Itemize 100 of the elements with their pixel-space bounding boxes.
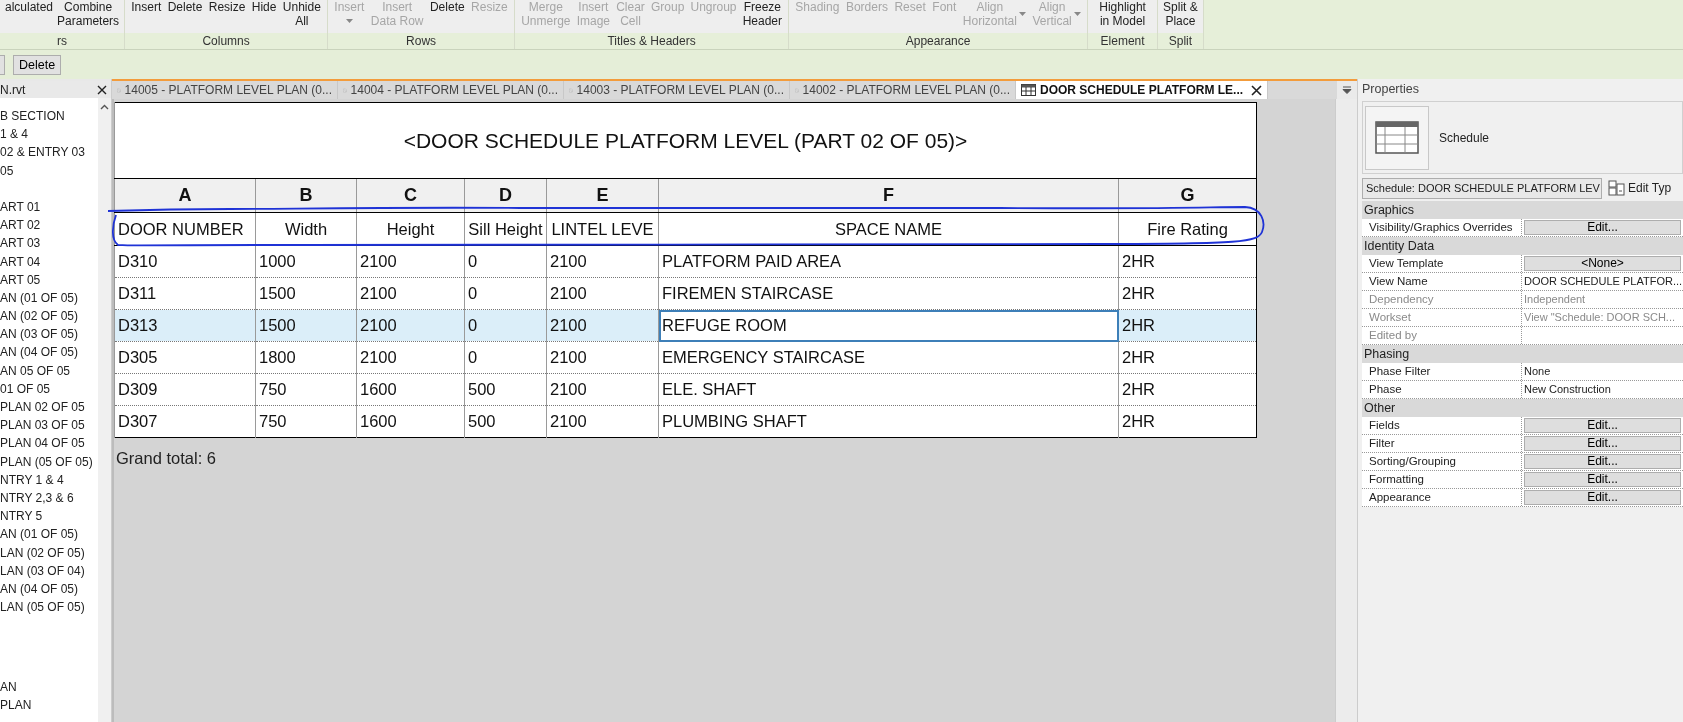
ribbon-button[interactable]: alculated — [3, 0, 56, 14]
table-cell[interactable]: 500 — [464, 405, 547, 438]
column-header[interactable]: SPACE NAME — [658, 212, 1119, 246]
ribbon-button[interactable]: Hide — [249, 0, 279, 14]
scroll-up-icon[interactable] — [100, 104, 109, 110]
table-cell[interactable]: 2HR — [1118, 309, 1257, 342]
ribbon-button[interactable]: Unhide All — [280, 0, 323, 28]
table-cell[interactable]: 2100 — [546, 245, 659, 278]
edit-button[interactable]: Edit... — [1524, 490, 1681, 505]
property-value[interactable]: None — [1522, 363, 1683, 380]
table-cell[interactable]: 0 — [464, 245, 547, 278]
tree-item[interactable]: AN (04 OF 05) — [0, 579, 98, 599]
view-tab[interactable]: DOOR SCHEDULE PLATFORM LE... — [1016, 81, 1269, 99]
edit-button[interactable]: Edit... — [1524, 472, 1681, 487]
column-header[interactable]: DOOR NUMBER — [114, 212, 256, 246]
tree-item[interactable]: ART 03 — [0, 234, 98, 253]
edit-button[interactable]: Edit... — [1524, 220, 1681, 235]
tree-item[interactable]: PLAN — [0, 696, 98, 715]
section-header[interactable]: Graphics — [1362, 201, 1683, 219]
table-cell[interactable]: 2100 — [546, 373, 659, 406]
ribbon-button[interactable]: Resize — [206, 0, 248, 14]
table-cell[interactable]: D307 — [114, 405, 256, 438]
edit-button[interactable]: <None> — [1524, 256, 1681, 271]
table-cell[interactable]: 500 — [464, 373, 547, 406]
scrollbar[interactable] — [1335, 99, 1357, 722]
table-cell[interactable]: D305 — [114, 341, 256, 374]
tree-item[interactable]: LAN (02 OF 05) — [0, 543, 98, 562]
tree-item[interactable]: PLAN 02 OF 05 — [0, 398, 98, 417]
table-cell[interactable]: 2100 — [546, 277, 659, 310]
tree-item[interactable]: NTRY 5 — [0, 507, 98, 526]
table-cell[interactable]: 0 — [464, 341, 547, 374]
table-cell[interactable]: D313 — [114, 309, 256, 342]
tree-item[interactable]: ART 04 — [0, 252, 98, 271]
column-header[interactable]: Fire Rating — [1118, 212, 1257, 246]
tree-item[interactable]: LAN (03 OF 04) — [0, 561, 98, 580]
column-header[interactable]: Sill Height — [464, 212, 547, 246]
tree-item[interactable]: NTRY 1 & 4 — [0, 470, 98, 489]
section-header[interactable]: Identity Data — [1362, 237, 1683, 255]
tree-item[interactable]: 05 — [0, 161, 98, 180]
table-cell[interactable]: 2HR — [1118, 405, 1257, 438]
tree-item[interactable]: PLAN 03 OF 05 — [0, 416, 98, 435]
table-cell[interactable]: 0 — [464, 277, 547, 310]
table-cell[interactable]: 1600 — [356, 405, 465, 438]
tree-item[interactable]: ART 01 — [0, 197, 98, 217]
tree-item[interactable]: AN (01 OF 05) — [0, 525, 98, 544]
tree-item[interactable]: AN (01 OF 05) — [0, 288, 98, 308]
tree-item[interactable]: AN — [0, 678, 98, 697]
property-value[interactable]: New Construction — [1522, 381, 1683, 398]
table-cell[interactable]: 2100 — [356, 245, 465, 278]
tree-item[interactable]: 01 OF 05 — [0, 379, 98, 398]
section-header[interactable]: Other — [1362, 399, 1683, 417]
table-cell[interactable]: 1500 — [255, 309, 357, 342]
table-cell[interactable]: 2HR — [1118, 341, 1257, 374]
table-cell[interactable]: PLATFORM PAID AREA — [658, 245, 1119, 278]
close-icon[interactable] — [97, 84, 107, 95]
tree-item[interactable]: ART 02 — [0, 216, 98, 235]
table-cell[interactable]: 0 — [464, 309, 547, 342]
tree-item[interactable]: PLAN 04 OF 05 — [0, 434, 98, 453]
table-cell[interactable]: 2HR — [1118, 277, 1257, 310]
table-cell[interactable]: 2100 — [356, 277, 465, 310]
table-cell[interactable]: EMERGENCY STAIRCASE — [658, 341, 1119, 374]
ribbon-button[interactable]: Combine Parameters — [55, 0, 122, 28]
table-cell[interactable]: 1500 — [255, 277, 357, 310]
table-cell[interactable]: D309 — [114, 373, 256, 406]
edit-type-button[interactable]: Edit Typ — [1608, 179, 1672, 197]
edit-button[interactable]: Edit... — [1524, 454, 1681, 469]
table-cell[interactable]: ELE. SHAFT — [658, 373, 1119, 406]
ribbon-button[interactable]: Freeze Header — [740, 0, 784, 28]
table-cell[interactable]: 1000 — [255, 245, 357, 278]
column-header[interactable]: Height — [356, 212, 465, 246]
table-cell[interactable]: 2100 — [546, 405, 659, 438]
table-cell[interactable]: 2100 — [356, 309, 465, 342]
table-cell[interactable]: PLUMBING SHAFT — [658, 405, 1119, 438]
property-value[interactable]: DOOR SCHEDULE PLATFOR... — [1522, 273, 1683, 290]
tree-item[interactable]: ART 05 — [0, 270, 98, 289]
table-cell[interactable]: 1600 — [356, 373, 465, 406]
tree-item[interactable]: NTRY 2,3 & 6 — [0, 488, 98, 508]
table-cell[interactable]: 2HR — [1118, 373, 1257, 406]
edit-button[interactable]: Edit... — [1524, 436, 1681, 451]
edit-button[interactable]: Edit... — [1524, 418, 1681, 433]
table-cell[interactable]: D310 — [114, 245, 256, 278]
table-cell[interactable]: 1800 — [255, 341, 357, 374]
dropdown-icon[interactable] — [1342, 86, 1352, 94]
ribbon-button[interactable]: Delete — [165, 0, 205, 14]
ribbon-button[interactable]: Insert — [129, 0, 164, 14]
column-header[interactable]: LINTEL LEVE — [546, 212, 659, 246]
table-cell[interactable]: 750 — [255, 373, 357, 406]
tree-item[interactable]: AN (02 OF 05) — [0, 307, 98, 326]
table-cell[interactable]: D311 — [114, 277, 256, 310]
tree-item[interactable]: AN 05 OF 05 — [0, 361, 98, 380]
ribbon-button[interactable]: Delete — [427, 0, 467, 14]
table-cell[interactable]: FIREMEN STAIRCASE — [658, 277, 1119, 310]
tree-item[interactable]: AN (03 OF 05) — [0, 325, 98, 344]
delete-button[interactable]: Delete — [13, 54, 62, 75]
close-icon[interactable] — [1251, 84, 1263, 96]
table-cell[interactable]: 2100 — [546, 309, 659, 342]
table-cell[interactable]: 750 — [255, 405, 357, 438]
tree-item[interactable]: B SECTION — [0, 107, 98, 126]
section-header[interactable]: Phasing — [1362, 345, 1683, 363]
table-cell[interactable]: 2100 — [356, 341, 465, 374]
